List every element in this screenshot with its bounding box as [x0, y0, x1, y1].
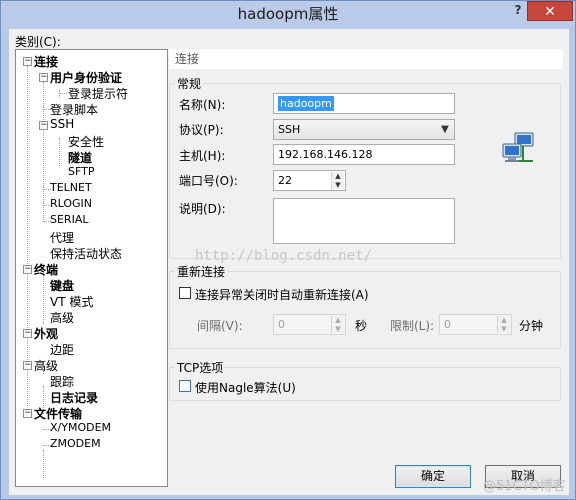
reconnect-group-title: 重新连接: [175, 263, 228, 280]
close-button[interactable]: ✕: [527, 1, 573, 21]
spin-up-icon[interactable]: ▲: [331, 172, 344, 180]
host-field[interactable]: 192.168.146.128: [273, 144, 455, 165]
protocol-select[interactable]: SSH ▼: [273, 119, 455, 140]
tree-line: [59, 138, 60, 166]
tcp-group-title: TCP选项: [175, 359, 226, 376]
port-value: 22: [278, 174, 292, 187]
collapse-icon[interactable]: −: [23, 265, 32, 274]
spin-down-icon[interactable]: ▼: [331, 325, 344, 333]
collapse-icon[interactable]: −: [23, 409, 32, 418]
tree-item-sftp[interactable]: SFTP: [68, 165, 94, 178]
tree-item-vt-mode[interactable]: VT 模式: [50, 293, 93, 310]
limit-field[interactable]: 0 ▲ ▼: [439, 314, 512, 335]
seconds-label: 秒: [355, 319, 368, 333]
tree-item-tunnel[interactable]: 隧道: [68, 149, 92, 166]
tree-line: [43, 82, 44, 220]
tree-item-user-auth[interactable]: 用户身份验证: [50, 69, 122, 86]
watermark-text: http://blog.csdn.net/: [195, 248, 373, 264]
tree-item-connection[interactable]: 连接: [34, 53, 58, 70]
help-button[interactable]: ?: [507, 1, 529, 20]
tree-item-xymodem[interactable]: X/YMODEM: [50, 421, 111, 434]
collapse-icon[interactable]: −: [39, 73, 48, 82]
spin-up-icon[interactable]: ▲: [331, 316, 344, 324]
window-title: hadoopm属性: [237, 5, 339, 23]
ok-button[interactable]: 确定: [395, 465, 471, 488]
description-field[interactable]: [273, 198, 455, 244]
name-label: 名称(N):: [179, 98, 226, 112]
port-field[interactable]: 22 ▲ ▼: [273, 170, 346, 191]
name-value: hadoopm: [278, 96, 334, 111]
limit-value: 0: [444, 318, 451, 331]
tree-item-advanced[interactable]: 高级: [34, 357, 58, 374]
tree-item-terminal-advanced[interactable]: 高级: [50, 309, 74, 326]
tree-item-rlogin[interactable]: RLOGIN: [50, 197, 92, 210]
tree-item-keyboard[interactable]: 键盘: [50, 277, 74, 294]
interval-field[interactable]: 0 ▲ ▼: [273, 314, 346, 335]
tree-item-terminal[interactable]: 终端: [34, 261, 58, 278]
general-group-title: 常规: [175, 75, 204, 92]
nagle-checkbox[interactable]: [179, 380, 191, 392]
auto-reconnect-checkbox[interactable]: [179, 287, 191, 299]
protocol-value: SSH: [278, 123, 301, 136]
tree-item-proxy[interactable]: 代理: [50, 229, 74, 246]
tree-line: [27, 66, 28, 406]
spin-up-icon[interactable]: ▲: [497, 316, 510, 324]
category-label: 类别(C):: [15, 35, 61, 49]
name-field[interactable]: hadoopm: [273, 93, 455, 114]
interval-value: 0: [278, 318, 285, 331]
title-bar[interactable]: hadoopm属性 ? ✕: [1, 1, 575, 27]
tree-line: [59, 93, 67, 94]
host-label: 主机(H):: [179, 149, 226, 163]
tree-item-login-script[interactable]: 登录脚本: [50, 101, 98, 118]
auto-reconnect-label[interactable]: 连接异常关闭时自动重新连接(A): [195, 286, 369, 303]
chevron-down-icon: ▼: [441, 124, 449, 135]
interval-label: 间隔(V):: [197, 319, 243, 333]
tree-line: [43, 450, 44, 478]
section-header: 连接: [169, 49, 563, 69]
tree-item-security[interactable]: 安全性: [68, 133, 104, 150]
port-label: 端口号(O):: [179, 174, 238, 188]
spin-down-icon[interactable]: ▼: [331, 181, 344, 189]
tree-item-zmodem[interactable]: ZMODEM: [50, 437, 101, 450]
reconnect-group: [169, 271, 561, 349]
tree-item-keepalive[interactable]: 保持活动状态: [50, 245, 122, 262]
properties-dialog: hadoopm属性 ? ✕ 类别(C): − 连接 − 用户身份验证 登录提示符…: [0, 0, 576, 500]
minutes-label: 分钟: [519, 319, 544, 333]
collapse-icon[interactable]: −: [23, 57, 32, 66]
tree-item-login-prompts[interactable]: 登录提示符: [68, 85, 128, 102]
spin-down-icon[interactable]: ▼: [497, 325, 510, 333]
tree-item-logging[interactable]: 日志记录: [50, 389, 98, 406]
tree-item-file-transfer[interactable]: 文件传输: [34, 405, 82, 422]
corner-watermark: @51CTO博客: [483, 479, 566, 494]
collapse-icon[interactable]: −: [39, 121, 48, 130]
tree-line: [59, 90, 60, 98]
tree-item-telnet[interactable]: TELNET: [50, 181, 92, 194]
collapse-icon[interactable]: −: [23, 329, 32, 338]
tree-line: [43, 274, 44, 324]
tree-item-ssh[interactable]: SSH: [50, 117, 74, 131]
limit-label: 限制(L):: [390, 319, 435, 333]
tree-item-serial[interactable]: SERIAL: [50, 213, 88, 226]
collapse-icon[interactable]: −: [23, 361, 32, 370]
nagle-label[interactable]: 使用Nagle算法(U): [195, 379, 296, 396]
network-computers-icon: [502, 132, 534, 162]
dialog-body: 类别(C): − 连接 − 用户身份验证 登录提示符 登录脚本 − SSH 安全…: [9, 29, 569, 495]
tree-item-margins[interactable]: 边距: [50, 341, 74, 358]
category-tree[interactable]: − 连接 − 用户身份验证 登录提示符 登录脚本 − SSH 安全性 隧道 SF…: [15, 49, 168, 487]
description-label: 说明(D):: [179, 202, 226, 216]
tree-item-trace[interactable]: 跟踪: [50, 373, 74, 390]
protocol-label: 协议(P):: [179, 123, 224, 137]
tree-item-appearance[interactable]: 外观: [34, 325, 58, 342]
